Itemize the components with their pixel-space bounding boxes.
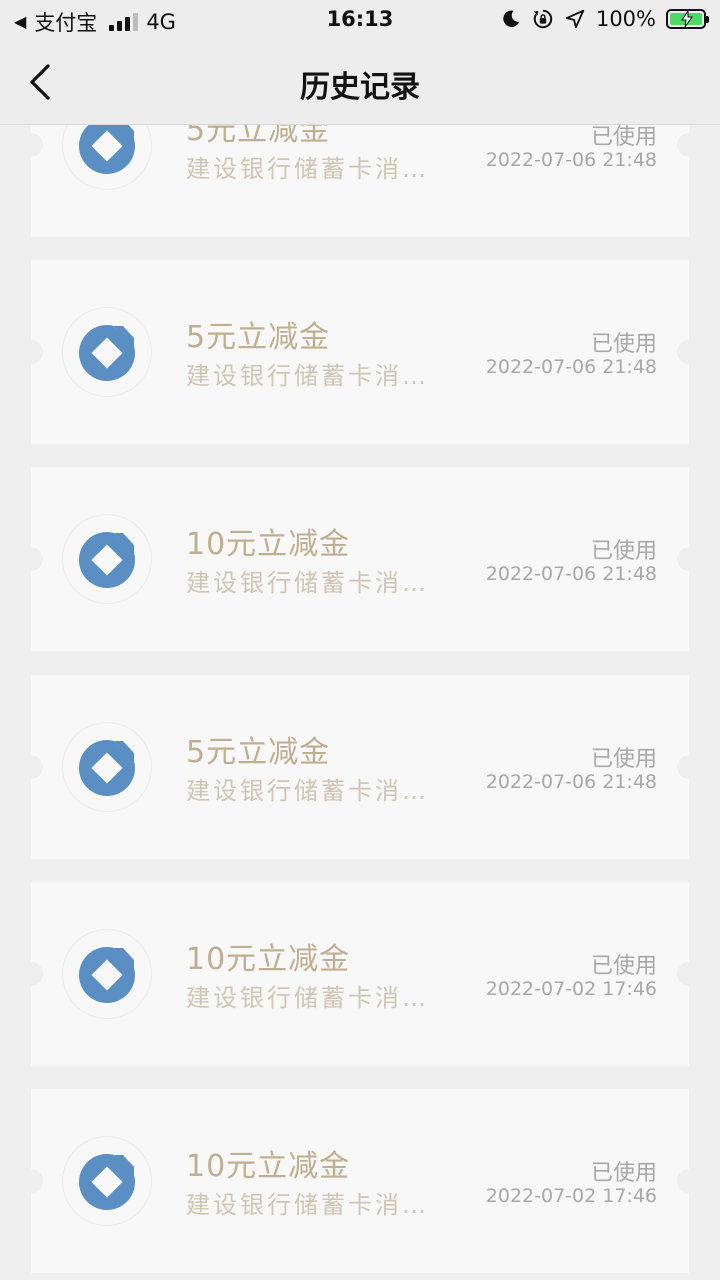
coupon-description: 建设银行储蓄卡消… — [186, 362, 429, 390]
ccb-bank-logo-icon — [63, 723, 151, 811]
moon-icon — [503, 10, 520, 27]
ccb-bank-logo-icon — [63, 515, 151, 603]
coupon-status: 已使用 — [590, 125, 657, 150]
coupon-card[interactable]: 5元立减金 建设银行储蓄卡消… 已使用 2022-07-06 21:48 — [19, 260, 701, 444]
coupon-description: 建设银行储蓄卡消… — [186, 1191, 429, 1219]
navigation-bar: 历史记录 — [0, 40, 720, 125]
coupon-date: 2022-07-02 17:46 — [485, 1185, 657, 1207]
coupon-description: 建设银行储蓄卡消… — [186, 569, 429, 597]
coupon-title: 10元立减金 — [186, 942, 351, 977]
coupon-history-list[interactable]: 5元立减金 建设银行储蓄卡消… 已使用 2022-07-06 21:48 5元立… — [0, 124, 720, 1280]
coupon-date: 2022-07-02 17:46 — [485, 978, 657, 1000]
coupon-title: 5元立减金 — [186, 124, 331, 148]
coupon-title: 10元立减金 — [186, 527, 351, 562]
ccb-bank-logo-icon — [63, 1137, 151, 1225]
status-bar: ◀ 支付宝 4G 16:13 100% — [0, 0, 720, 40]
coupon-description: 建设银行储蓄卡消… — [186, 984, 429, 1012]
coupon-title: 5元立减金 — [186, 320, 331, 355]
battery-percent: 100% — [595, 7, 656, 31]
coupon-card[interactable]: 5元立减金 建设银行储蓄卡消… 已使用 2022-07-06 21:48 — [19, 675, 701, 859]
page-title: 历史记录 — [300, 70, 420, 105]
location-arrow-icon — [565, 9, 585, 29]
ccb-bank-logo-icon — [63, 930, 151, 1018]
coupon-date: 2022-07-06 21:48 — [485, 771, 657, 793]
coupon-status: 已使用 — [590, 747, 657, 772]
coupon-title: 5元立减金 — [186, 735, 331, 770]
coupon-title: 10元立减金 — [186, 1149, 351, 1184]
coupon-card[interactable]: 10元立减金 建设银行储蓄卡消… 已使用 2022-07-02 17:46 — [19, 882, 701, 1066]
coupon-description: 建设银行储蓄卡消… — [186, 777, 429, 805]
coupon-date: 2022-07-06 21:48 — [485, 149, 657, 171]
coupon-status: 已使用 — [590, 1161, 657, 1186]
status-bar-right: 100% — [500, 7, 709, 31]
coupon-status: 已使用 — [590, 954, 657, 979]
coupon-date: 2022-07-06 21:48 — [485, 356, 657, 378]
rotation-lock-icon — [533, 9, 553, 29]
battery-icon — [666, 9, 709, 29]
coupon-card[interactable]: 10元立减金 建设银行储蓄卡消… 已使用 2022-07-02 17:46 — [19, 1089, 701, 1273]
coupon-card[interactable]: 10元立减金 建设银行储蓄卡消… 已使用 2022-07-06 21:48 — [19, 467, 701, 651]
ccb-bank-logo-icon — [63, 124, 151, 189]
coupon-date: 2022-07-06 21:48 — [485, 563, 657, 585]
ccb-bank-logo-icon — [63, 308, 151, 396]
coupon-card[interactable]: 5元立减金 建设银行储蓄卡消… 已使用 2022-07-06 21:48 — [19, 124, 701, 237]
coupon-status: 已使用 — [590, 332, 657, 357]
coupon-status: 已使用 — [590, 539, 657, 564]
coupon-description: 建设银行储蓄卡消… — [186, 155, 429, 183]
